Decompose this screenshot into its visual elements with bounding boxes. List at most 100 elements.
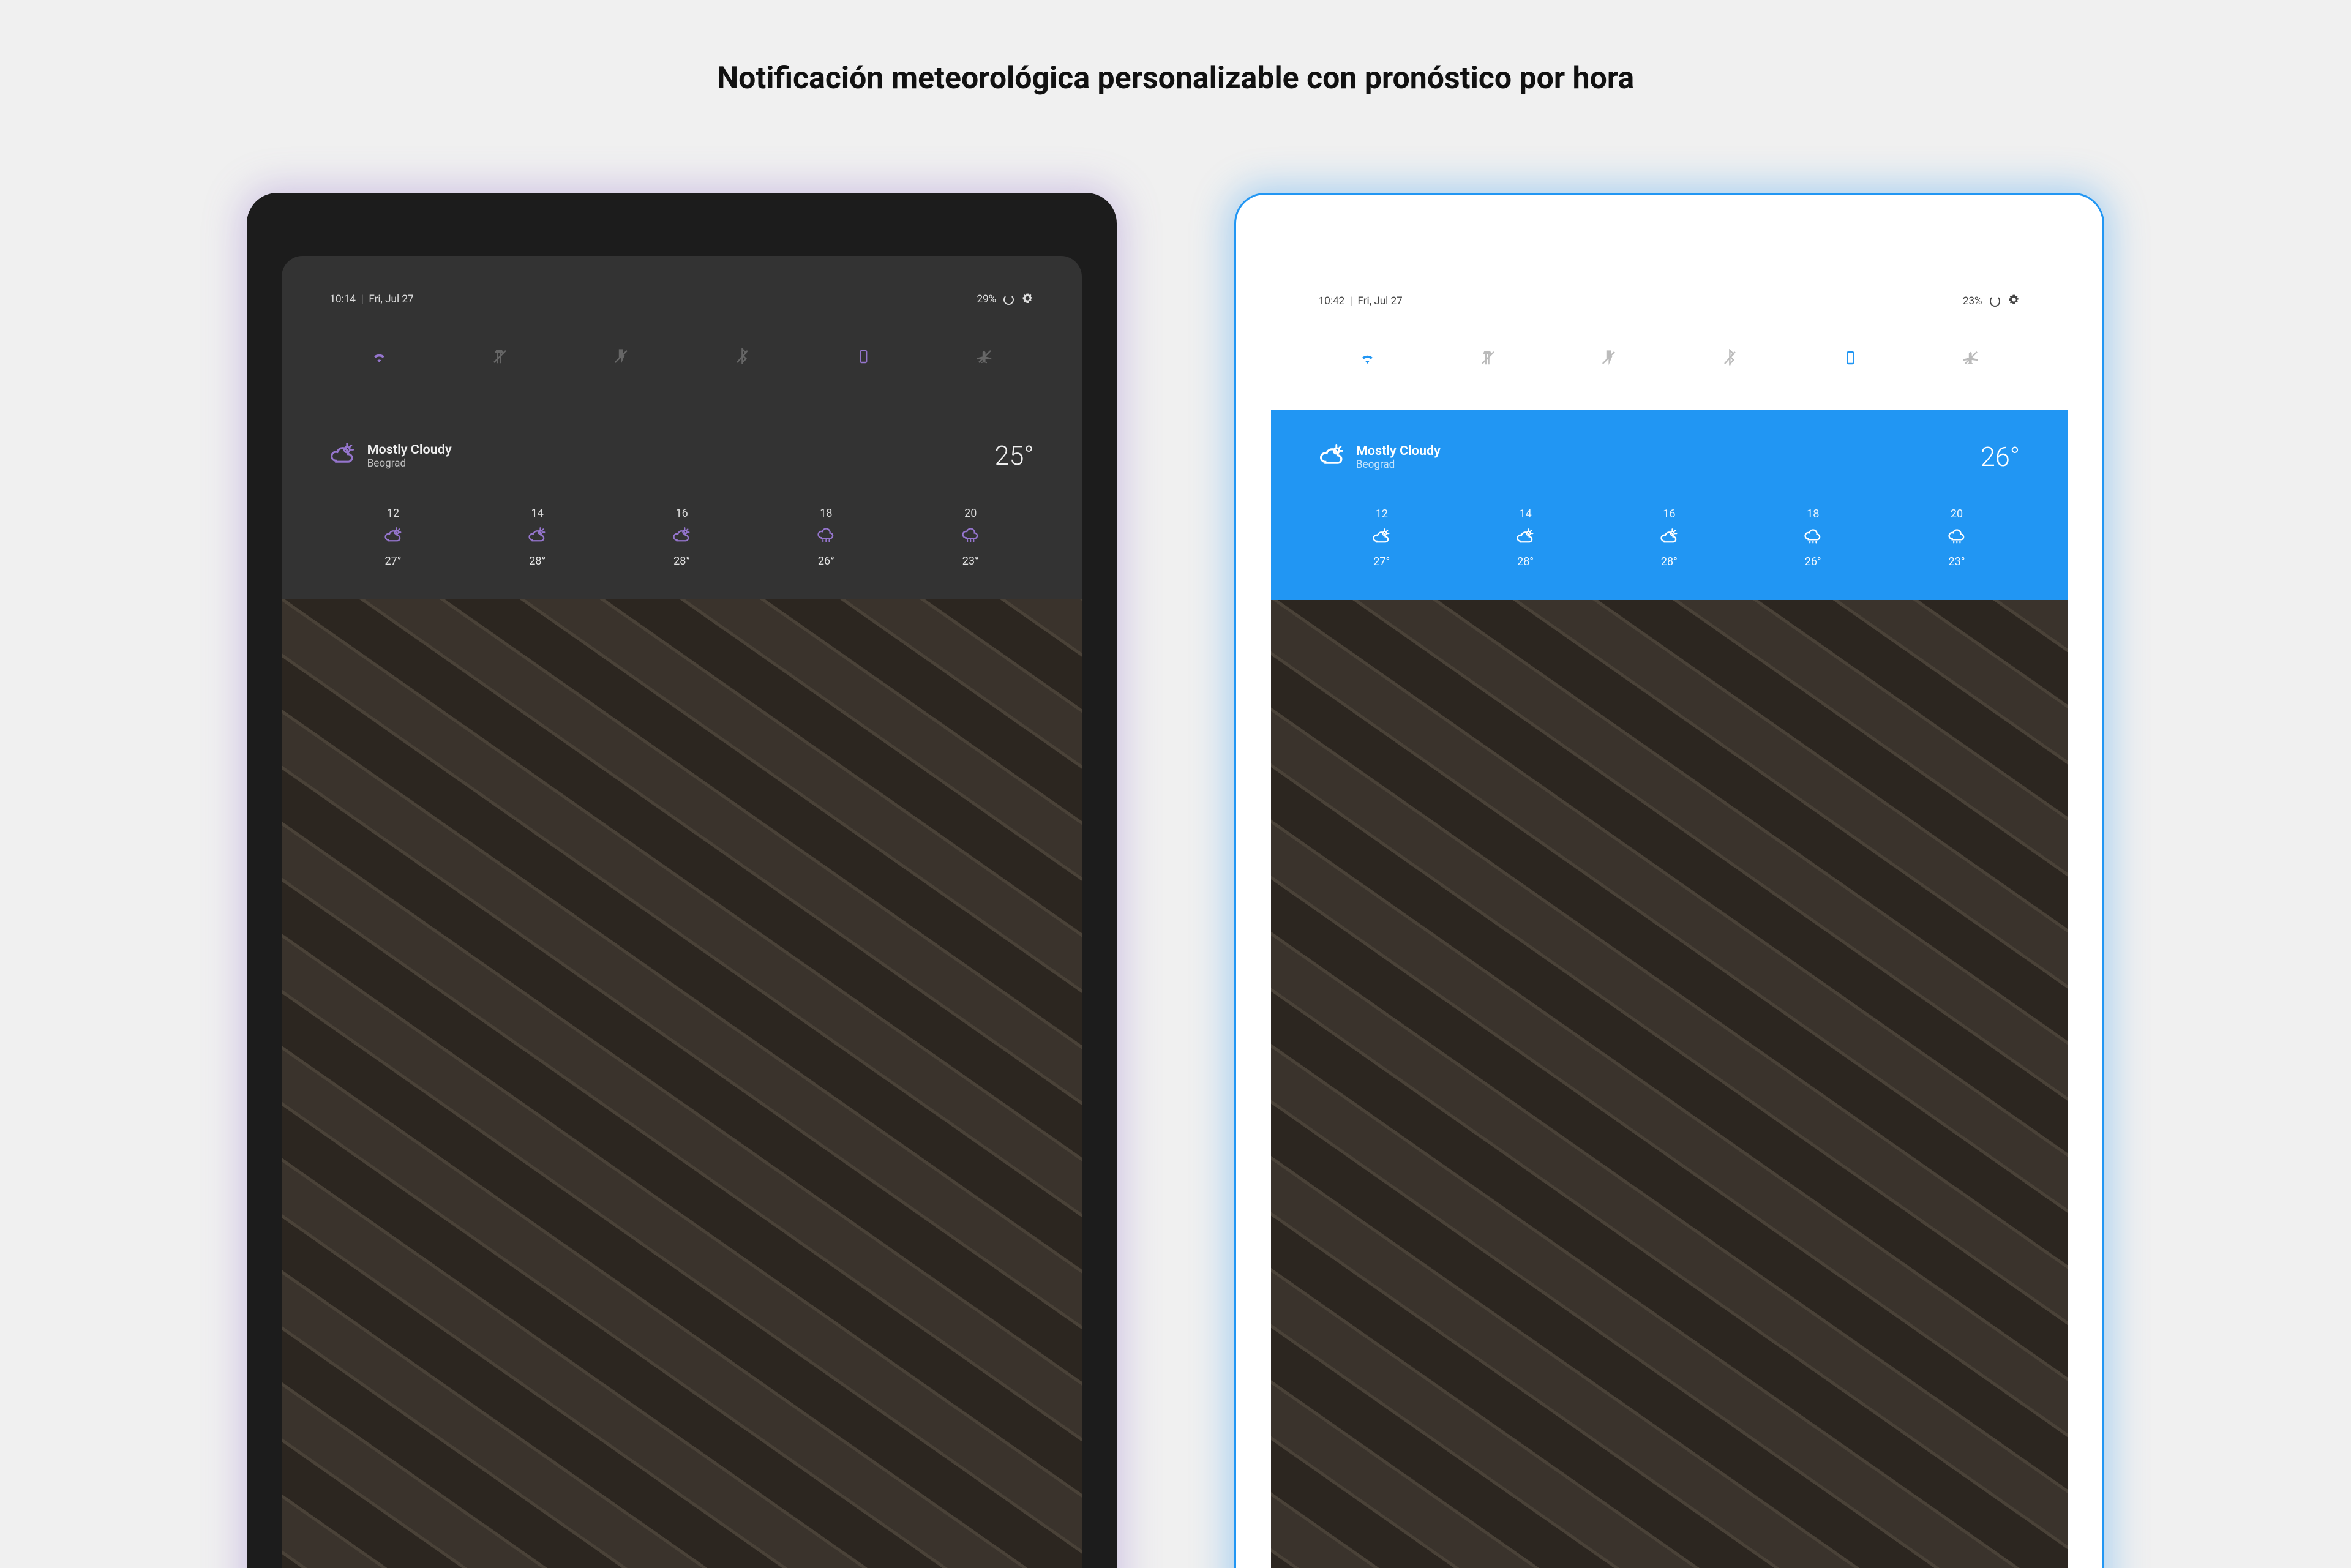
forecast-partly-icon	[1372, 527, 1391, 549]
airplane-icon	[976, 348, 994, 369]
forecast-hour-temp: 28°	[529, 555, 546, 568]
weather-notification[interactable]: Mostly Cloudy Beograd 25° 12 27° 14 28° 1628…	[282, 408, 1082, 599]
forecast-hour-time: 18	[820, 507, 832, 520]
bluetooth-icon	[1721, 349, 1739, 370]
mobile-data-icon	[491, 348, 509, 369]
hourly-forecast-row: 12 27° 14 28° 1628° 18 26° 20 23°	[329, 507, 1033, 568]
headline: Notificación meteorológica personalizabl…	[717, 59, 1634, 99]
weather-notification[interactable]: Mostly Cloudy Beograd 26° 12 27° 14 28° 16 28…	[1271, 410, 2068, 601]
quick-toggle-mobile-data[interactable]	[1439, 349, 1537, 370]
forecast-hour-time: 12	[1376, 508, 1388, 520]
forecast-partly-icon	[1660, 527, 1679, 549]
flashlight-icon	[1600, 349, 1618, 370]
weather-condition-icon	[329, 441, 356, 470]
phone-side-button	[2102, 983, 2104, 1093]
forecast-hour: 14 28°	[474, 507, 601, 568]
bluetooth-icon	[733, 348, 751, 369]
flashlight-icon	[612, 348, 630, 369]
status-bar: 10:14 | Fri, Jul 27 29%	[282, 256, 1082, 332]
forecast-hour: 14 28°	[1462, 508, 1588, 568]
forecast-hour-time: 16	[1663, 508, 1675, 520]
quick-toggle-mobile-data[interactable]	[451, 348, 549, 369]
quick-toggle-wifi[interactable]	[1319, 349, 1417, 370]
weather-condition-label: Mostly Cloudy	[1356, 443, 1970, 459]
status-battery: 29%	[977, 293, 996, 306]
phone-wallpaper	[282, 599, 1082, 1568]
loading-spinner-icon	[1003, 294, 1014, 305]
forecast-partly-icon	[1516, 527, 1535, 549]
phones-row: 10:14 | Fri, Jul 27 29% M	[0, 193, 2351, 1568]
loading-spinner-icon	[1990, 296, 2000, 306]
airplane-icon	[1962, 349, 1980, 370]
phone-mockup-dark: 10:14 | Fri, Jul 27 29% M	[247, 193, 1117, 1568]
quick-toggle-airplane[interactable]	[1922, 349, 2020, 370]
forecast-hour-time: 16	[675, 507, 688, 520]
status-date: Fri, Jul 27	[1358, 295, 1403, 307]
forecast-hour-temp: 27°	[384, 555, 401, 568]
weather-location-label: Beograd	[1356, 459, 1970, 471]
forecast-hour-time: 20	[1951, 508, 1963, 520]
quick-toggle-flashlight[interactable]	[572, 348, 670, 369]
portrait-lock-icon	[855, 348, 872, 369]
forecast-rain-icon	[1948, 527, 1967, 549]
quick-toggle-flashlight[interactable]	[1560, 349, 1658, 370]
forecast-hour: 20 23°	[907, 507, 1034, 568]
forecast-hour: 20 23°	[1894, 508, 2020, 568]
status-separator: |	[1350, 295, 1352, 307]
forecast-hour: 12 27°	[329, 507, 456, 568]
forecast-hour: 16 28°	[1606, 508, 1732, 568]
forecast-hour-temp: 23°	[1949, 555, 1965, 568]
forecast-hour-time: 14	[1519, 508, 1531, 520]
status-time: 10:14	[329, 293, 356, 306]
forecast-hour: 12 27°	[1319, 508, 1445, 568]
wifi-icon	[1359, 349, 1376, 370]
forecast-hour-time: 14	[531, 507, 544, 520]
status-separator: |	[361, 293, 364, 306]
quick-settings-toggles	[282, 331, 1082, 408]
forecast-partly-icon	[384, 526, 403, 548]
settings-gear-icon[interactable]	[2008, 293, 2020, 309]
weather-condition-label: Mostly Cloudy	[367, 442, 984, 457]
wifi-icon	[370, 348, 388, 369]
forecast-rain-icon	[1804, 527, 1823, 549]
quick-toggle-bluetooth[interactable]	[693, 348, 792, 369]
status-time: 10:42	[1319, 295, 1345, 307]
weather-current-temp: 25°	[995, 440, 1034, 471]
quick-toggle-portrait-lock[interactable]	[814, 348, 913, 369]
quick-settings-toggles	[1271, 333, 2068, 410]
phone-wallpaper	[1271, 600, 2068, 1568]
phone-power-button	[1234, 668, 1236, 763]
forecast-hour-temp: 23°	[962, 555, 979, 568]
forecast-hour: 1628°	[618, 507, 745, 568]
quick-toggle-bluetooth[interactable]	[1681, 349, 1779, 370]
weather-current-temp: 26°	[1981, 441, 2020, 473]
forecast-rain-icon	[961, 526, 980, 548]
portrait-lock-icon	[1842, 349, 1859, 370]
status-date: Fri, Jul 27	[369, 293, 413, 306]
forecast-rain-icon	[817, 526, 836, 548]
forecast-hour-temp: 27°	[1373, 555, 1390, 568]
quick-toggle-airplane[interactable]	[936, 348, 1034, 369]
settings-gear-icon[interactable]	[1021, 292, 1034, 308]
phone-volume-button	[2102, 699, 2104, 936]
forecast-hour-temp: 26°	[818, 555, 834, 568]
forecast-hour-temp: 28°	[1517, 555, 1534, 568]
forecast-partly-icon	[528, 526, 547, 548]
forecast-hour-temp: 26°	[1805, 555, 1821, 568]
forecast-hour-time: 20	[964, 507, 977, 520]
forecast-partly-icon	[672, 526, 691, 548]
quick-toggle-portrait-lock[interactable]	[1801, 349, 1899, 370]
quick-toggle-wifi[interactable]	[329, 348, 428, 369]
forecast-hour-time: 18	[1807, 508, 1819, 520]
forecast-hour-time: 12	[387, 507, 399, 520]
forecast-hour: 18 26°	[1750, 508, 1876, 568]
hourly-forecast-row: 12 27° 14 28° 16 28° 18 26° 20 23°	[1319, 508, 2020, 568]
weather-location-label: Beograd	[367, 457, 984, 470]
mobile-data-icon	[1479, 349, 1497, 370]
status-bar: 10:42 | Fri, Jul 27 23%	[1271, 258, 2068, 333]
status-battery: 23%	[1963, 295, 1982, 307]
forecast-hour: 18 26°	[763, 507, 890, 568]
forecast-hour-temp: 28°	[1661, 555, 1678, 568]
phone-mockup-light: 10:42 | Fri, Jul 27 23% M	[1234, 193, 2104, 1568]
weather-condition-icon	[1319, 442, 1345, 471]
